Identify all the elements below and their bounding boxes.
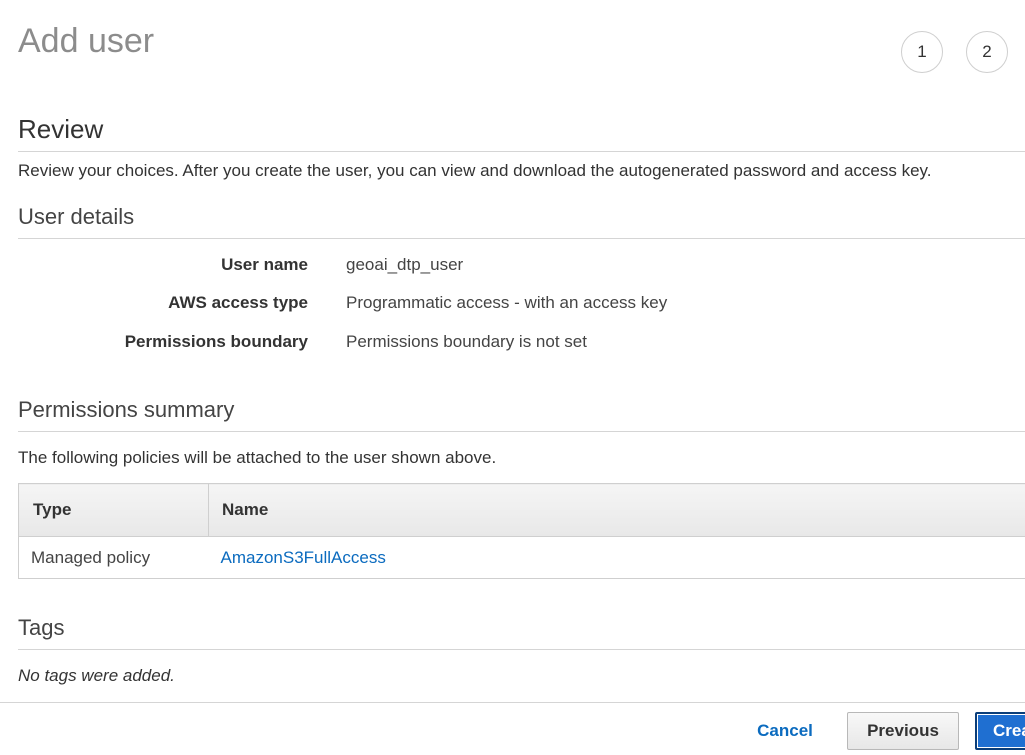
wizard-step-2[interactable]: 2 xyxy=(966,31,1008,73)
user-name-label: User name xyxy=(221,255,308,274)
create-user-button[interactable]: Create user xyxy=(975,712,1025,750)
policy-table: Type Name Managed policy AmazonS3FullAcc… xyxy=(18,483,1025,579)
review-description: Review your choices. After you create th… xyxy=(18,161,932,180)
no-tags-text: No tags were added. xyxy=(18,666,175,685)
user-details-heading: User details xyxy=(18,204,135,229)
create-button-clip: Create user xyxy=(975,712,1025,750)
permissions-boundary-value: Permissions boundary is not set xyxy=(346,332,587,351)
access-type-value: Programmatic access - with an access key xyxy=(346,293,668,312)
review-heading: Review xyxy=(18,114,104,144)
tags-divider xyxy=(18,649,1025,650)
wizard-step-1[interactable]: 1 xyxy=(901,31,943,73)
footer-divider xyxy=(0,702,1025,703)
review-divider xyxy=(18,151,1025,152)
permissions-summary-description: The following policies will be attached … xyxy=(18,448,497,467)
previous-button[interactable]: Previous xyxy=(847,712,959,750)
access-type-label: AWS access type xyxy=(168,293,308,312)
permissions-boundary-label: Permissions boundary xyxy=(124,332,308,351)
column-header-type[interactable]: Type xyxy=(18,483,209,537)
cancel-button[interactable]: Cancel xyxy=(745,712,825,750)
policy-type-cell: Managed policy xyxy=(18,536,209,579)
permissions-summary-heading: Permissions summary xyxy=(18,397,235,422)
tags-heading: Tags xyxy=(18,615,65,640)
table-row: Managed policy AmazonS3FullAccess xyxy=(18,536,1025,579)
permissions-summary-divider xyxy=(18,431,1025,432)
policy-name-cell: AmazonS3FullAccess xyxy=(208,536,1025,579)
column-header-name[interactable]: Name xyxy=(208,483,1025,537)
add-user-wizard: Add user 1 2 Review Review your choices.… xyxy=(0,0,1025,755)
user-details-divider xyxy=(18,238,1025,239)
user-name-value: geoai_dtp_user xyxy=(346,255,464,274)
page-title: Add user xyxy=(18,22,155,60)
table-header-row: Type Name xyxy=(18,483,1025,537)
policy-link-amazons3fullaccess[interactable]: AmazonS3FullAccess xyxy=(221,548,386,567)
